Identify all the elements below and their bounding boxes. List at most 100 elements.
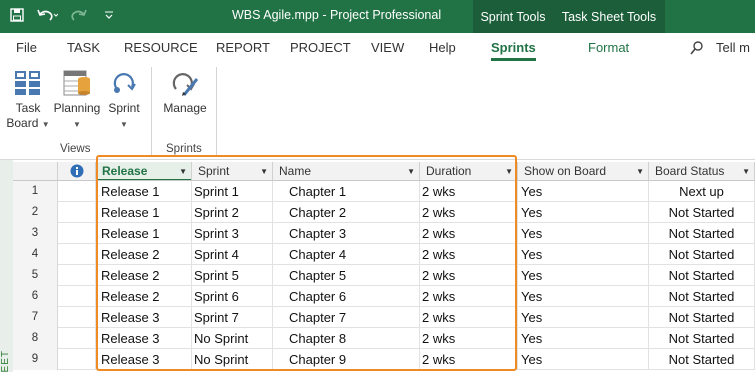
- row-number[interactable]: 7: [13, 307, 58, 328]
- status-cell[interactable]: Not Started: [649, 223, 755, 244]
- column-header-release[interactable]: Release ▼: [96, 162, 192, 181]
- task-board-button[interactable]: Task Board ▼: [6, 69, 50, 132]
- sprint-cell[interactable]: Sprint 6: [192, 286, 273, 307]
- save-icon[interactable]: [10, 7, 24, 25]
- duration-cell[interactable]: 2 wks: [420, 349, 518, 370]
- sprint-cell[interactable]: No Sprint: [192, 328, 273, 349]
- sprint-cell[interactable]: Sprint 3: [192, 223, 273, 244]
- sprint-cell[interactable]: No Sprint: [192, 349, 273, 370]
- name-cell[interactable]: Chapter 7: [273, 307, 420, 328]
- row-header-corner[interactable]: [13, 162, 58, 181]
- table-row[interactable]: 5 Release 2 Sprint 5 Chapter 52 wks Yes Not S…: [13, 265, 755, 286]
- dropdown-arrow-icon[interactable]: ▼: [505, 162, 513, 180]
- status-cell[interactable]: Not Started: [649, 286, 755, 307]
- manage-button[interactable]: Manage: [160, 69, 210, 116]
- undo-icon[interactable]: [36, 8, 59, 25]
- name-cell[interactable]: Chapter 3: [273, 223, 420, 244]
- customize-qat-icon[interactable]: [104, 9, 114, 23]
- indicator-cell[interactable]: [58, 202, 96, 223]
- tab-report[interactable]: REPORT: [216, 40, 270, 55]
- tab-format[interactable]: Format: [588, 40, 629, 55]
- release-cell[interactable]: Release 1: [96, 202, 192, 223]
- sprint-button[interactable]: Sprint ▼: [104, 69, 144, 132]
- name-cell[interactable]: Chapter 5: [273, 265, 420, 286]
- status-cell[interactable]: Not Started: [649, 265, 755, 286]
- status-cell[interactable]: Not Started: [649, 307, 755, 328]
- release-cell[interactable]: Release 1: [96, 223, 192, 244]
- show-cell[interactable]: Yes: [518, 202, 649, 223]
- sprint-cell[interactable]: Sprint 4: [192, 244, 273, 265]
- table-row[interactable]: 9 Release 3 No Sprint Chapter 92 wks Yes Not …: [13, 349, 755, 370]
- column-header-duration[interactable]: Duration ▼: [420, 162, 518, 181]
- table-row[interactable]: 6 Release 2 Sprint 6 Chapter 62 wks Yes Not S…: [13, 286, 755, 307]
- indicator-cell[interactable]: [58, 307, 96, 328]
- indicators-column-header[interactable]: [58, 162, 96, 181]
- tab-resource[interactable]: RESOURCE: [124, 40, 198, 55]
- tab-task[interactable]: TASK: [67, 40, 100, 55]
- status-cell[interactable]: Not Started: [649, 328, 755, 349]
- duration-cell[interactable]: 2 wks: [420, 244, 518, 265]
- release-cell[interactable]: Release 2: [96, 265, 192, 286]
- row-number[interactable]: 1: [13, 181, 58, 202]
- show-cell[interactable]: Yes: [518, 244, 649, 265]
- indicator-cell[interactable]: [58, 244, 96, 265]
- dropdown-arrow-icon[interactable]: ▼: [179, 162, 187, 180]
- row-number[interactable]: 2: [13, 202, 58, 223]
- tab-sprints[interactable]: Sprints: [491, 40, 536, 61]
- sprint-cell[interactable]: Sprint 2: [192, 202, 273, 223]
- tab-help[interactable]: Help: [429, 40, 456, 55]
- column-header-name[interactable]: Name ▼: [273, 162, 420, 181]
- dropdown-arrow-icon[interactable]: ▼: [742, 162, 750, 180]
- show-cell[interactable]: Yes: [518, 307, 649, 328]
- column-header-board-status[interactable]: Board Status ▼: [649, 162, 755, 181]
- show-cell[interactable]: Yes: [518, 265, 649, 286]
- dropdown-arrow-icon[interactable]: ▼: [260, 162, 268, 180]
- name-cell[interactable]: Chapter 1: [273, 181, 420, 202]
- column-header-sprint[interactable]: Sprint ▼: [192, 162, 273, 181]
- release-cell[interactable]: Release 2: [96, 286, 192, 307]
- name-cell[interactable]: Chapter 4: [273, 244, 420, 265]
- table-row[interactable]: 8 Release 3 No Sprint Chapter 82 wks Yes Not …: [13, 328, 755, 349]
- duration-cell[interactable]: 2 wks: [420, 307, 518, 328]
- indicator-cell[interactable]: [58, 265, 96, 286]
- indicator-cell[interactable]: [58, 328, 96, 349]
- row-number[interactable]: 8: [13, 328, 58, 349]
- name-cell[interactable]: Chapter 6: [273, 286, 420, 307]
- indicator-cell[interactable]: [58, 286, 96, 307]
- row-number[interactable]: 3: [13, 223, 58, 244]
- dropdown-arrow-icon[interactable]: ▼: [636, 162, 644, 180]
- release-cell[interactable]: Release 1: [96, 181, 192, 202]
- name-cell[interactable]: Chapter 2: [273, 202, 420, 223]
- row-number[interactable]: 4: [13, 244, 58, 265]
- sprint-cell[interactable]: Sprint 1: [192, 181, 273, 202]
- release-cell[interactable]: Release 3: [96, 349, 192, 370]
- duration-cell[interactable]: 2 wks: [420, 286, 518, 307]
- tab-project[interactable]: PROJECT: [290, 40, 351, 55]
- show-cell[interactable]: Yes: [518, 349, 649, 370]
- column-header-show-on-board[interactable]: Show on Board ▼: [518, 162, 649, 181]
- show-cell[interactable]: Yes: [518, 286, 649, 307]
- duration-cell[interactable]: 2 wks: [420, 202, 518, 223]
- indicator-cell[interactable]: [58, 349, 96, 370]
- table-row[interactable]: 4 Release 2 Sprint 4 Chapter 42 wks Yes Not S…: [13, 244, 755, 265]
- duration-cell[interactable]: 2 wks: [420, 181, 518, 202]
- duration-cell[interactable]: 2 wks: [420, 265, 518, 286]
- show-cell[interactable]: Yes: [518, 181, 649, 202]
- dropdown-arrow-icon[interactable]: ▼: [407, 162, 415, 180]
- table-row[interactable]: 3 Release 1 Sprint 3 Chapter 32 wks Yes Not S…: [13, 223, 755, 244]
- planning-button[interactable]: Planning ▼: [52, 69, 102, 132]
- name-cell[interactable]: Chapter 9: [273, 349, 420, 370]
- status-cell[interactable]: Next up: [649, 181, 755, 202]
- sprint-cell[interactable]: Sprint 5: [192, 265, 273, 286]
- indicator-cell[interactable]: [58, 223, 96, 244]
- tab-view[interactable]: VIEW: [371, 40, 404, 55]
- indicator-cell[interactable]: [58, 181, 96, 202]
- table-row[interactable]: 1 Release 1 Sprint 1 Chapter 12 wks Yes Next …: [13, 181, 755, 202]
- status-cell[interactable]: Not Started: [649, 202, 755, 223]
- release-cell[interactable]: Release 3: [96, 328, 192, 349]
- tell-me-box[interactable]: Tell m: [716, 40, 750, 55]
- row-number[interactable]: 6: [13, 286, 58, 307]
- status-cell[interactable]: Not Started: [649, 349, 755, 370]
- search-icon[interactable]: [690, 41, 704, 58]
- duration-cell[interactable]: 2 wks: [420, 223, 518, 244]
